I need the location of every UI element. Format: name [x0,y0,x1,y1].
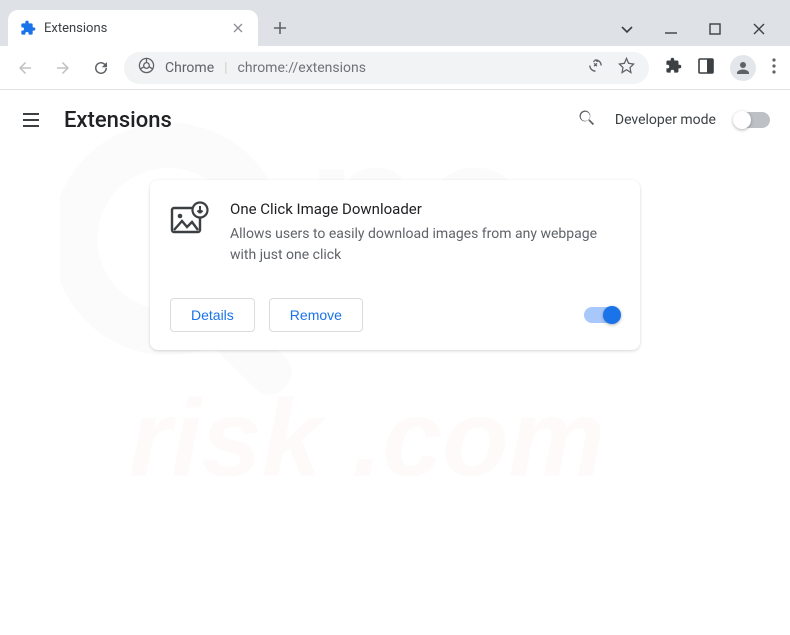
sidepanel-icon[interactable] [698,58,714,78]
extension-puzzle-icon [20,20,36,36]
remove-button[interactable]: Remove [269,298,363,332]
tab-title: Extensions [44,21,107,36]
kebab-menu-icon[interactable] [772,58,776,78]
forward-button[interactable] [48,53,78,83]
profile-avatar-icon[interactable] [730,55,756,81]
hamburger-menu-icon[interactable] [20,109,42,131]
address-bar[interactable]: Chrome | chrome://extensions [124,52,649,84]
close-tab-icon[interactable] [230,20,246,36]
developer-mode-toggle[interactable] [734,112,770,128]
omnibox-prefix: Chrome [165,60,214,76]
svg-text:risk .com: risk .com [129,378,605,499]
extension-card: One Click Image Downloader Allows users … [150,180,640,350]
extension-image-download-icon [170,200,210,240]
close-window-icon[interactable] [750,20,768,38]
share-icon[interactable] [587,57,604,78]
reload-button[interactable] [86,53,116,83]
maximize-icon[interactable] [706,20,724,38]
browser-toolbar: Chrome | chrome://extensions [0,46,790,90]
omnibox-separator: | [224,60,227,76]
omnibox-url: chrome://extensions [238,60,366,76]
bookmark-star-icon[interactable] [618,57,635,78]
extensions-list: One Click Image Downloader Allows users … [0,150,790,350]
extension-enable-toggle[interactable] [584,307,620,323]
back-button[interactable] [10,53,40,83]
new-tab-button[interactable] [266,14,294,42]
minimize-icon[interactable] [662,20,680,38]
page-title: Extensions [64,108,172,133]
tab-search-icon[interactable] [618,20,636,38]
chrome-logo-icon [138,57,155,78]
developer-mode-label: Developer mode [615,112,716,128]
search-icon[interactable] [577,108,597,132]
extension-name: One Click Image Downloader [230,200,620,218]
browser-tab[interactable]: Extensions [8,10,258,46]
window-titlebar: Extensions [0,0,790,46]
extensions-puzzle-icon[interactable] [665,57,682,78]
extension-description: Allows users to easily download images f… [230,224,620,266]
extensions-page-header: Extensions Developer mode [0,90,790,150]
details-button[interactable]: Details [170,298,255,332]
